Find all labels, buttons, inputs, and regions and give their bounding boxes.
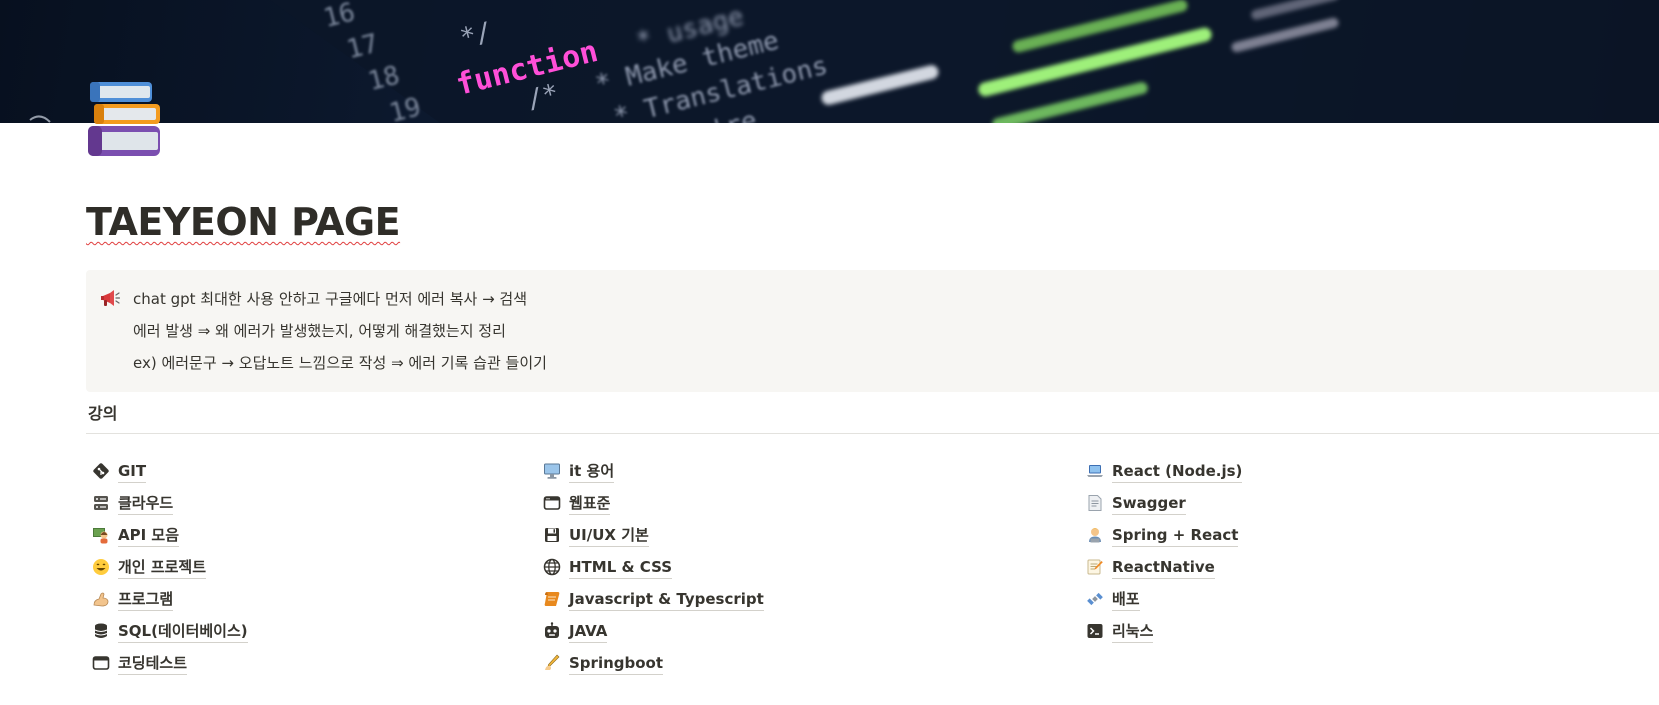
page-link-label[interactable]: UI/UX 기본: [569, 524, 649, 547]
callout-block[interactable]: chat gpt 최대한 사용 안하고 구글에다 먼저 에러 복사 → 검색 에…: [86, 270, 1659, 392]
globe-icon: [543, 558, 561, 576]
page-link-label[interactable]: GIT: [118, 460, 147, 483]
page-link-react-native[interactable]: ReactNative: [1086, 556, 1242, 588]
cover-code-art: 16 17 18 19 */ function /* * Make theme …: [29, 0, 1659, 123]
books-icon[interactable]: [86, 80, 166, 160]
link-column-3: React (Node.js) Swagger Spring + React R…: [1086, 460, 1243, 652]
page-link-label[interactable]: JAVA: [569, 620, 608, 643]
callout-line[interactable]: chat gpt 최대한 사용 안하고 구글에다 먼저 에러 복사 → 검색: [133, 288, 547, 320]
page-link-javascript[interactable]: Javascript & Typescript: [543, 588, 764, 620]
page-link-java[interactable]: JAVA: [543, 620, 764, 652]
page-link-label[interactable]: Springboot: [569, 652, 664, 675]
page-link-label[interactable]: Spring + React: [1112, 524, 1239, 547]
page-link-label[interactable]: 개인 프로젝트: [118, 556, 207, 579]
page-link-label[interactable]: SQL(데이터베이스): [118, 620, 248, 643]
page-link-label[interactable]: 클라우드: [118, 492, 174, 515]
page-link-label[interactable]: ReactNative: [1112, 556, 1215, 579]
desktop-computer-icon: [544, 463, 560, 479]
memo-icon: [1087, 559, 1103, 575]
page-link-springboot[interactable]: Springboot: [543, 652, 764, 684]
technologist-icon: [1089, 528, 1101, 543]
scroll-icon: [544, 592, 560, 606]
page-link-linux[interactable]: 리눅스: [1086, 620, 1242, 652]
page-link-label[interactable]: API 모음: [118, 524, 180, 547]
teacher-icon: [93, 528, 108, 544]
page-title[interactable]: TAEYEON PAGE: [86, 200, 401, 244]
server-icon: [94, 496, 108, 510]
page-link-cloud[interactable]: 클라우드: [92, 492, 248, 524]
page-link-personal-project[interactable]: 개인 프로젝트: [92, 556, 248, 588]
page-link-label[interactable]: it 용어: [569, 460, 615, 483]
page-link-web-standards[interactable]: 웹표준: [543, 492, 764, 524]
page-link-label[interactable]: React (Node.js): [1112, 460, 1243, 483]
divider: [86, 433, 1659, 434]
link-column-2: it 용어 웹표준 UI/UX 기본 HTML & CSS Javascript…: [543, 460, 764, 684]
page-link-label[interactable]: 웹표준: [569, 492, 611, 515]
page-link-react[interactable]: React (Node.js): [1086, 460, 1243, 492]
writing-hand-icon: [545, 654, 560, 670]
cover-image: 16 17 18 19 */ function /* * Make theme …: [0, 0, 1659, 123]
robot-icon: [545, 622, 559, 638]
page-link-html-css[interactable]: HTML & CSS: [543, 556, 764, 588]
page-link-label[interactable]: Swagger: [1112, 492, 1186, 515]
terminal-icon: [1087, 624, 1103, 638]
flexed-arm-icon: [93, 592, 109, 607]
page-link-api[interactable]: API 모음: [92, 524, 248, 556]
page-link-spring-react[interactable]: Spring + React: [1086, 524, 1242, 556]
page-link-git[interactable]: GIT: [92, 460, 248, 492]
page-link-label[interactable]: HTML & CSS: [569, 556, 673, 579]
section-heading-lectures[interactable]: 강의: [88, 400, 117, 424]
page-link-label[interactable]: 코딩테스트: [118, 652, 188, 675]
git-icon: [93, 463, 109, 479]
document-icon: [1088, 495, 1102, 511]
page-link-it-terms[interactable]: it 용어: [543, 460, 764, 492]
page-link-swagger[interactable]: Swagger: [1086, 492, 1242, 524]
page-link-sql[interactable]: SQL(데이터베이스): [92, 620, 248, 652]
link-column-1: GIT 클라우드 API 모음 개인 프로젝트 프로그램 SQL(데이터베이스)…: [92, 460, 248, 684]
callout-line[interactable]: 에러 발생 ⇒ 왜 에러가 발생했는지, 어떻게 해결했는지 정리: [133, 320, 547, 352]
page-link-label[interactable]: 프로그램: [118, 588, 174, 611]
database-icon: [94, 623, 108, 638]
page-link-label[interactable]: 리눅스: [1112, 620, 1154, 643]
satellite-icon: [1087, 592, 1103, 606]
page-link-label[interactable]: 배포: [1112, 588, 1140, 611]
page-link-deploy[interactable]: 배포: [1086, 588, 1242, 620]
floppy-disk-icon: [545, 528, 559, 542]
callout-line[interactable]: ex) 에러문구 → 오답노트 느낌으로 작성 ⇒ 에러 기록 습관 들이기: [133, 352, 547, 384]
window-icon: [543, 496, 561, 510]
smile-icon: [93, 559, 109, 575]
browser-window-icon: [92, 656, 110, 670]
page-link-label[interactable]: Javascript & Typescript: [569, 588, 764, 611]
callout-text[interactable]: chat gpt 최대한 사용 안하고 구글에다 먼저 에러 복사 → 검색 에…: [133, 288, 547, 384]
page-link-uiux[interactable]: UI/UX 기본: [543, 524, 764, 556]
page-link-program[interactable]: 프로그램: [92, 588, 248, 620]
page-link-coding-test[interactable]: 코딩테스트: [92, 652, 248, 684]
laptop-icon: [1087, 465, 1103, 477]
megaphone-icon[interactable]: [100, 290, 121, 308]
